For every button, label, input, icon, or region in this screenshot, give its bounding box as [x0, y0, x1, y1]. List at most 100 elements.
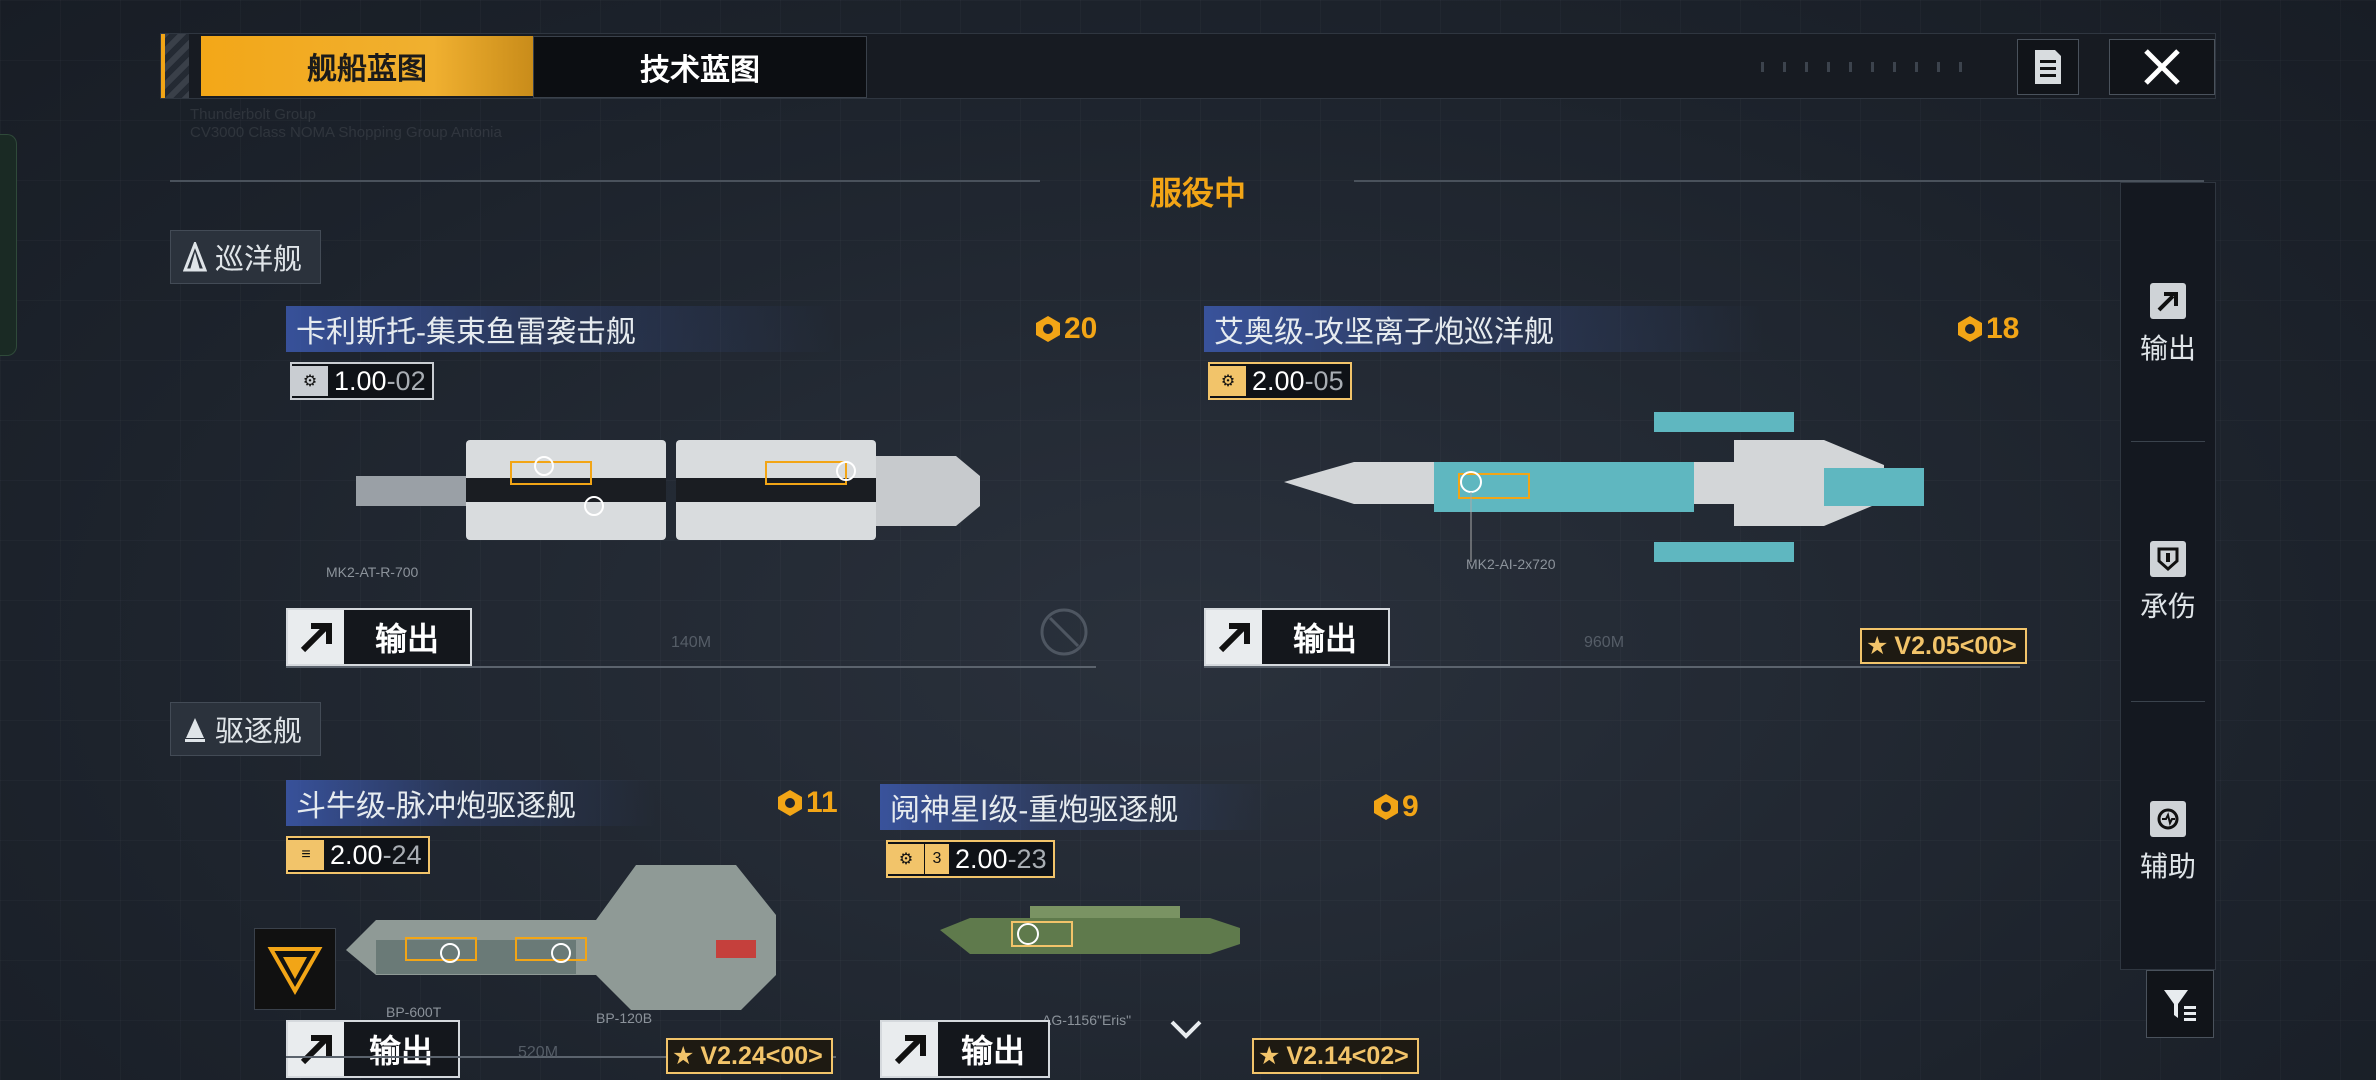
cost-icon: [1958, 316, 1982, 342]
ship-cost-value: 18: [1986, 312, 2020, 345]
cost-icon: [1036, 316, 1060, 342]
scale-bar: [1204, 666, 2020, 668]
version-main: 1.00: [334, 365, 387, 396]
output-button-label: 输出: [368, 1033, 433, 1069]
shield-icon: [2150, 541, 2186, 577]
role-output-button[interactable]: 输出: [2121, 283, 2215, 367]
tab-tech-blueprints[interactable]: 技术蓝图: [533, 36, 867, 98]
output-button[interactable]: 输出: [286, 608, 472, 666]
destroyer-class-icon: [185, 718, 205, 742]
output-arrow-icon: [1218, 623, 1250, 653]
scan-circle-icon: [1040, 608, 1088, 656]
scale-label: 520M: [518, 1044, 559, 1061]
filter-button[interactable]: [2146, 970, 2214, 1038]
role-support-button[interactable]: 辅助: [2121, 801, 2215, 885]
ship-image-taurus: [346, 865, 776, 1010]
engine-icon: ⚙: [292, 366, 328, 396]
role-tank-label: 承伤: [2139, 591, 2196, 622]
ship-name: 斗牛级-脉冲炮驱逐舰: [286, 780, 656, 826]
category-destroyer: 驱逐舰: [170, 702, 322, 756]
output-button-label: 输出: [374, 621, 439, 657]
tab-ship-blueprints[interactable]: 舰船蓝图: [201, 36, 533, 96]
ship-cost: 18: [1956, 312, 2019, 346]
cost-icon: [1374, 794, 1398, 820]
weapon-label: MK2-AI-2x720: [1466, 556, 1556, 572]
output-button[interactable]: 输出: [880, 1020, 1050, 1078]
version-tag-text: V2.05<00>: [1894, 631, 2017, 660]
ship-version: ⚙ 2.00-05: [1208, 362, 1352, 400]
document-icon: [2035, 50, 2061, 84]
ship-name: 卡利斯托-集束鱼雷袭击舰: [286, 306, 836, 352]
star-icon: ★: [1258, 1042, 1281, 1070]
role-output-label: 输出: [2139, 333, 2196, 364]
output-arrow-icon: [300, 623, 332, 653]
ship-name: 艾奥级-攻坚离子炮巡洋舰: [1204, 306, 1764, 352]
star-icon: ★: [1866, 632, 1889, 660]
ship-card-taurus[interactable]: 斗牛级-脉冲炮驱逐舰 11 ≡ 2.00-24 BP-600T BP-120B …: [286, 780, 846, 1080]
role-tank-button[interactable]: 承伤: [2121, 541, 2215, 625]
version-sub: -23: [1007, 843, 1047, 874]
ship-version: ⚙ 1.00-02: [290, 362, 434, 400]
scale-bar: [286, 666, 1096, 668]
version-main: 2.00: [1252, 365, 1305, 396]
chevron-down-icon[interactable]: [1168, 1016, 1204, 1044]
output-button-label: 输出: [960, 1033, 1025, 1069]
output-arrow-icon: [300, 1035, 332, 1065]
output-button[interactable]: 输出: [286, 1020, 460, 1078]
ship-version: ⚙ 3 2.00-23: [886, 840, 1055, 878]
category-cruiser: 巡洋舰: [170, 230, 322, 284]
version-main: 2.00: [955, 843, 1008, 874]
output-button[interactable]: 输出: [1204, 608, 1390, 666]
ship-cost-value: 9: [1402, 790, 1419, 823]
ship-card-callisto[interactable]: 卡利斯托-集束鱼雷袭击舰 20 ⚙ 1.00-02 MK2-AT-R-700 输…: [286, 306, 1097, 686]
engine-icon: ⚙: [888, 844, 924, 874]
weapon-label: AG-1156"Eris": [1042, 1012, 1132, 1028]
section-line-left: [170, 180, 1040, 182]
ship-cost-value: 20: [1064, 312, 1098, 345]
triangle-emblem-icon: [267, 947, 323, 996]
output-arrow-icon: [2150, 283, 2186, 319]
section-title: 服役中: [1150, 175, 1247, 211]
star-icon: ★: [672, 1042, 695, 1070]
ship-cost: 20: [1034, 312, 1097, 346]
cruiser-class-icon: [183, 242, 207, 272]
side-drawer-handle[interactable]: [0, 134, 17, 356]
version-tag: ★ V2.05<00>: [1860, 628, 2027, 664]
ship-card-io[interactable]: 艾奥级-攻坚离子炮巡洋舰 18 ⚙ 2.00-05 MK2-AI-2x720 输…: [1204, 306, 2027, 686]
output-arrow-icon: [894, 1035, 926, 1065]
version-sub: -05: [1304, 365, 1344, 396]
output-button-label: 输出: [1292, 621, 1357, 657]
top-bar-accent: [161, 34, 165, 98]
weapon-label-2: BP-120B: [596, 1010, 653, 1026]
ship-cost: 9: [1372, 790, 1419, 824]
scale-label: 960M: [1584, 634, 1625, 651]
engine-icon: ⚙: [1210, 366, 1246, 396]
role-separator-2: [2131, 701, 2205, 702]
notes-button[interactable]: [2017, 39, 2079, 95]
cost-icon: [778, 790, 802, 816]
ship-image-callisto: [356, 440, 980, 540]
top-bar-stripe: [161, 34, 189, 98]
close-button[interactable]: [2109, 39, 2215, 95]
weapon-label-1: BP-600T: [386, 1004, 442, 1020]
close-icon: [2144, 49, 2180, 85]
role-filter-panel: 输出 承伤 辅助: [2120, 182, 2216, 970]
role-support-label: 辅助: [2139, 851, 2196, 882]
weapon-label: MK2-AT-R-700: [326, 564, 419, 580]
role-separator-1: [2131, 441, 2205, 442]
category-cruiser-label: 巡洋舰: [215, 244, 303, 276]
filter-icon: [2164, 990, 2196, 1021]
version-sub: -02: [386, 365, 426, 396]
ship-cost: 11: [776, 786, 838, 820]
top-bar: 舰船蓝图 技术蓝图: [160, 33, 2216, 99]
ship-card-eris[interactable]: 阋神星I级-重炮驱逐舰 9 ⚙ 3 2.00-23 AG-1156"Eris" …: [880, 784, 1440, 1080]
ship-image-io: [1284, 412, 1924, 562]
category-destroyer-label: 驱逐舰: [215, 716, 303, 748]
section-line-right: [1354, 180, 2204, 182]
faction-badge[interactable]: [254, 928, 336, 1010]
version-tag-text: V2.14<02>: [1286, 1041, 1409, 1070]
engine-icon: ≡: [288, 840, 324, 870]
support-icon: [2150, 801, 2186, 837]
ship-cost-value: 11: [806, 786, 838, 819]
bg-watermark-1: Thunderbolt Group CV3000 Class NOMA Shopp…: [190, 106, 502, 141]
